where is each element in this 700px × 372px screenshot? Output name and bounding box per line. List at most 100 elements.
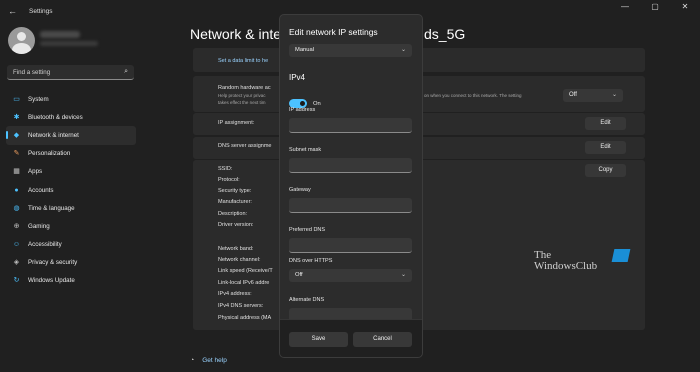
chevron-down-icon: ⌄: [400, 272, 406, 278]
property-label: Network band:: [218, 246, 254, 252]
random-hardware-desc-1: Help protect your privac: [218, 93, 266, 98]
sidebar-item-apps[interactable]: ▦ Apps: [6, 163, 136, 181]
sidebar-item-gaming[interactable]: ⊕ Gaming: [6, 217, 136, 235]
app-title: Settings: [29, 7, 53, 15]
user-email-redacted: [40, 41, 98, 46]
update-icon: ↻: [13, 277, 20, 285]
ip-address-label: IP address: [289, 107, 316, 113]
ipv4-heading: IPv4: [289, 73, 306, 82]
user-name-redacted: [40, 31, 80, 38]
sidebar-item-label: System: [28, 95, 49, 103]
sidebar-item-shield[interactable]: ◈ Privacy & security: [6, 254, 136, 272]
cancel-button[interactable]: Cancel: [353, 332, 412, 347]
sidebar-item-accounts[interactable]: ● Accounts: [6, 181, 136, 199]
property-label: Protocol:: [218, 177, 240, 183]
ip-edit-button[interactable]: Edit: [585, 117, 626, 130]
globe-icon: ◍: [13, 204, 20, 212]
sidebar-item-label: Apps: [28, 168, 43, 176]
sidebar-item-label: Gaming: [28, 222, 50, 230]
accounts-icon: ●: [14, 186, 19, 194]
sidebar-item-label: Network & internet: [28, 131, 79, 139]
sidebar-item-label: Windows Update: [28, 277, 75, 285]
sidebar-item-network[interactable]: ◆ Network & internet: [6, 126, 136, 145]
help-icon: ◔: [190, 357, 195, 364]
property-label: Link speed (Receive/T: [218, 268, 273, 274]
gateway-label: Gateway: [289, 187, 311, 193]
ip-assignment-label: IP assignment:: [218, 120, 255, 126]
dns-over-https-value: Off: [295, 272, 303, 278]
dns-over-https-label: DNS over HTTPS: [289, 258, 333, 264]
ip-mode-dropdown[interactable]: Manual ⌄: [289, 44, 412, 57]
alternate-dns-label: Alternate DNS: [289, 297, 325, 303]
random-hardware-title: Random hardware ac: [218, 85, 271, 91]
watermark: The WindowsClub: [534, 249, 631, 272]
preferred-dns-input[interactable]: [289, 238, 412, 253]
sidebar: Find a setting ⌕ ▭ System ✱ Bluetooth & dev…: [0, 22, 142, 372]
dialog-title: Edit network IP settings: [289, 27, 378, 37]
random-hardware-dropdown[interactable]: Off ⌄: [563, 89, 623, 102]
save-button[interactable]: Save: [289, 332, 348, 347]
ip-address-input[interactable]: [289, 118, 412, 133]
search-icon: ⌕: [124, 68, 128, 75]
chevron-down-icon: ⌄: [400, 47, 406, 53]
dns-over-https-dropdown[interactable]: Off ⌄: [289, 269, 412, 282]
search-input[interactable]: Find a setting ⌕: [7, 65, 134, 80]
chevron-down-icon: ⌄: [611, 92, 617, 98]
ip-mode-value: Manual: [295, 47, 315, 53]
property-label: Driver version:: [218, 222, 254, 228]
sidebar-item-label: Personalization: [28, 150, 71, 158]
property-label: Security type:: [218, 188, 252, 194]
sidebar-item-label: Privacy & security: [28, 259, 78, 267]
copy-button[interactable]: Copy: [585, 164, 626, 177]
bluetooth-icon: ✱: [13, 113, 20, 121]
preferred-dns-label: Preferred DNS: [289, 227, 326, 233]
page-title-tail: ds_5G: [424, 26, 466, 42]
sidebar-item-update[interactable]: ↻ Windows Update: [6, 272, 136, 290]
sidebar-item-label: Accounts: [28, 186, 54, 194]
dns-edit-button[interactable]: Edit: [585, 141, 626, 154]
accessibility-icon: ☺: [12, 241, 21, 249]
get-help-link[interactable]: ◔ Get help: [190, 357, 227, 364]
property-label: IPv4 address:: [218, 291, 252, 297]
avatar-head: [17, 32, 26, 41]
network-icon: ◆: [13, 131, 20, 139]
page-title: Network & inte: [190, 26, 282, 42]
sidebar-item-accessibility[interactable]: ☺ Accessibility: [6, 236, 136, 254]
search-placeholder: Find a setting: [13, 69, 51, 76]
data-limit-link[interactable]: Set a data limit to he: [218, 58, 268, 64]
shield-icon: ◈: [13, 259, 20, 267]
maximize-icon[interactable]: ▢: [640, 0, 670, 14]
property-label: SSID:: [218, 166, 233, 172]
sidebar-item-system[interactable]: ▭ System: [6, 90, 136, 108]
watermark-logo-icon: [611, 249, 631, 262]
sidebar-item-label: Time & language: [28, 204, 75, 212]
subnet-mask-label: Subnet mask: [289, 147, 322, 153]
brush-icon: ✎: [13, 150, 20, 158]
toggle-knob: [300, 101, 305, 106]
sidebar-item-brush[interactable]: ✎ Personalization: [6, 145, 136, 163]
avatar-body: [12, 43, 31, 54]
window-controls: — ▢ ✕: [610, 0, 700, 14]
sidebar-item-label: Accessibility: [28, 241, 62, 249]
property-label: Manufacturer:: [218, 199, 252, 205]
close-icon[interactable]: ✕: [670, 0, 700, 14]
avatar[interactable]: [8, 27, 35, 54]
property-label: Physical address (MA: [218, 315, 272, 321]
sidebar-item-bluetooth[interactable]: ✱ Bluetooth & devices: [6, 108, 136, 126]
system-icon: ▭: [13, 95, 20, 103]
random-hardware-desc-right: on when you connect to this network. The…: [424, 93, 522, 98]
dialog-footer: Save Cancel: [280, 319, 422, 357]
gaming-icon: ⊕: [13, 222, 20, 230]
back-arrow-icon[interactable]: ←: [8, 6, 24, 16]
sidebar-item-globe[interactable]: ◍ Time & language: [6, 199, 136, 217]
property-label: IPv4 DNS servers:: [218, 303, 264, 309]
sidebar-item-label: Bluetooth & devices: [28, 113, 83, 121]
random-hardware-value: Off: [569, 92, 577, 98]
gateway-input[interactable]: [289, 198, 412, 213]
minimize-icon[interactable]: —: [610, 0, 640, 14]
apps-icon: ▦: [13, 168, 20, 176]
property-label: Link-local IPv6 addre: [218, 280, 270, 286]
property-label: Description:: [218, 211, 248, 217]
dns-assignment-label: DNS server assignme: [218, 143, 272, 149]
subnet-mask-input[interactable]: [289, 158, 412, 173]
